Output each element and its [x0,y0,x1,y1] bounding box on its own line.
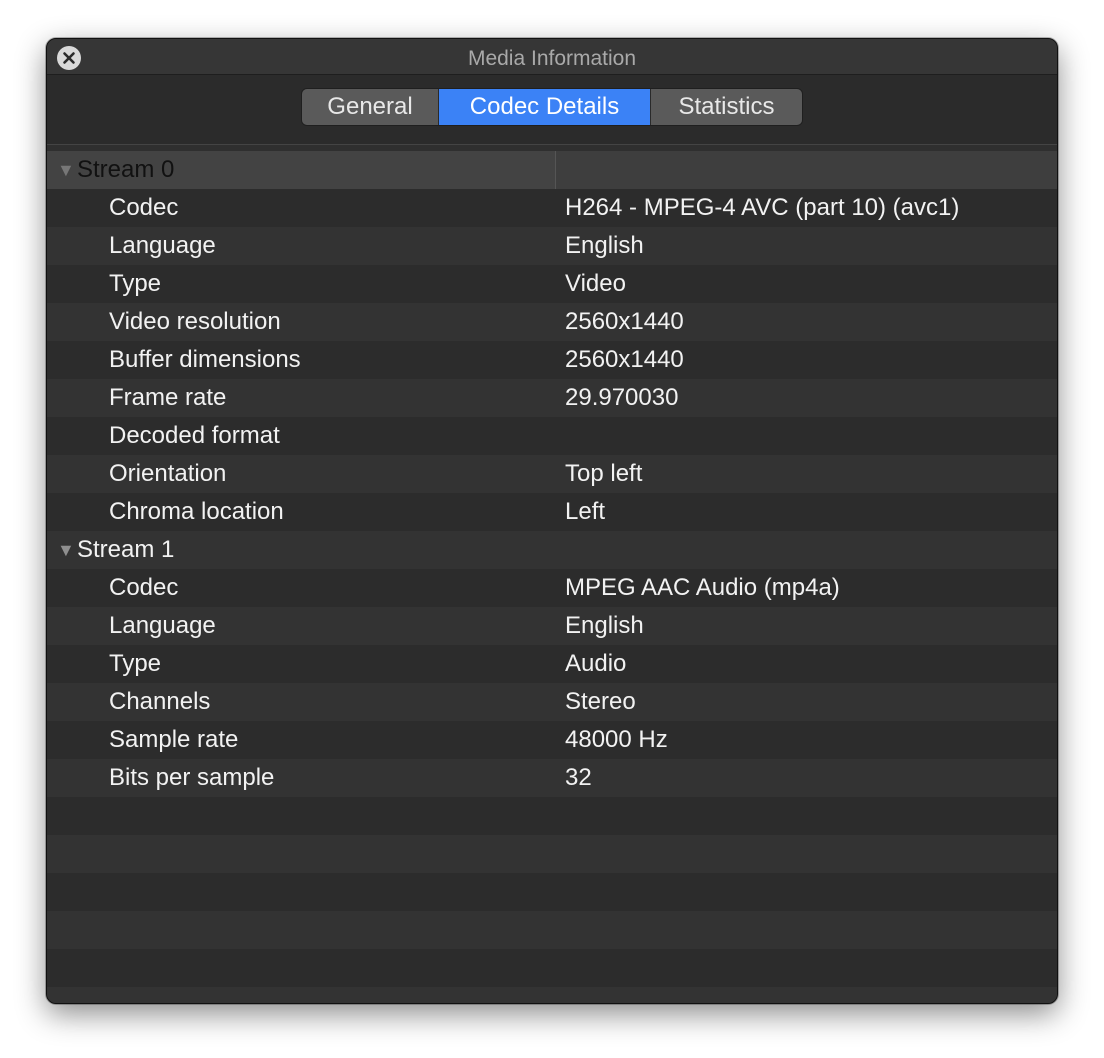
table-row: Frame rate 29.970030 [47,379,1057,417]
media-information-window: Media Information General Codec Details … [46,38,1058,1004]
row-value: 2560x1440 [565,308,684,335]
table-row: Type Video [47,265,1057,303]
row-value: Video [565,270,626,297]
row-key: Codec [109,574,179,601]
table-row: Codec MPEG AAC Audio (mp4a) [47,569,1057,607]
tab-bar-area: General Codec Details Statistics [47,75,1057,145]
segmented-tabs: General Codec Details Statistics [301,88,803,126]
disclosure-triangle-icon[interactable]: ▼ [57,151,75,189]
empty-row [47,873,1057,911]
row-value: MPEG AAC Audio (mp4a) [565,574,840,601]
table-row: Channels Stereo [47,683,1057,721]
window-title: Media Information [467,47,637,70]
row-value: Top left [565,460,643,487]
row-key: Language [109,232,216,259]
row-value: 29.970030 [565,384,679,411]
table-row: Language English [47,607,1057,645]
table-row: Bits per sample 32 [47,759,1057,797]
stream-1-header[interactable]: ▼ Stream 1 [47,531,1057,569]
row-value: 2560x1440 [565,346,684,373]
table-row: Codec H264 - MPEG-4 AVC (part 10) (avc1) [47,189,1057,227]
tab-general[interactable]: General [302,89,438,125]
empty-row [47,949,1057,987]
row-value: Left [565,498,606,525]
stream-0-header[interactable]: ▼ Stream 0 [47,151,1057,189]
tab-statistics[interactable]: Statistics [650,89,802,125]
disclosure-triangle-icon[interactable]: ▼ [57,531,75,569]
stream-label: Stream 0 [77,156,175,183]
table-row: Language English [47,227,1057,265]
row-value: 32 [565,764,592,791]
tab-codec-details[interactable]: Codec Details [438,89,650,125]
row-key: Chroma location [109,498,284,525]
empty-row [47,911,1057,949]
empty-row [47,987,1057,1003]
row-key: Frame rate [109,384,227,411]
row-key: Bits per sample [109,764,275,791]
row-key: Video resolution [109,308,281,335]
row-key: Type [109,650,162,677]
row-key: Channels [109,688,211,715]
table-row: Sample rate 48000 Hz [47,721,1057,759]
row-key: Type [109,270,162,297]
empty-row [47,797,1057,835]
row-value: Stereo [565,688,636,715]
row-key: Orientation [109,460,227,487]
table-row: Orientation Top left [47,455,1057,493]
row-key: Sample rate [109,726,239,753]
row-key: Codec [109,194,179,221]
table-row: Chroma location Left [47,493,1057,531]
table-row: Decoded format [47,417,1057,455]
row-value: 48000 Hz [565,726,668,753]
codec-details-outline: ▼ Stream 0 Codec H264 - MPEG-4 AVC (part… [47,151,1057,1003]
row-key: Decoded format [109,422,280,449]
table-row: Buffer dimensions 2560x1440 [47,341,1057,379]
row-value: Audio [565,650,627,677]
column-header-value [555,151,1057,189]
row-key: Buffer dimensions [109,346,301,373]
stream-label: Stream 1 [77,536,175,563]
empty-row [47,835,1057,873]
title-bar: Media Information [47,39,1057,75]
table-row: Type Audio [47,645,1057,683]
table-row: Video resolution 2560x1440 [47,303,1057,341]
row-key: Language [109,612,216,639]
row-value: H264 - MPEG-4 AVC (part 10) (avc1) [565,194,960,221]
row-value: English [565,612,644,639]
row-value: English [565,232,644,259]
